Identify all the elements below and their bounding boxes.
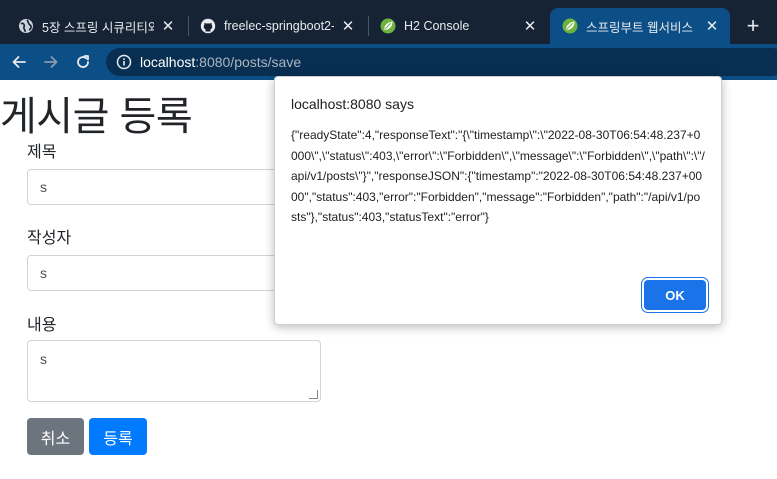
close-icon[interactable]: ✕ [340, 18, 356, 34]
info-icon[interactable] [116, 54, 132, 70]
spring-leaf-icon [562, 18, 578, 34]
alert-dialog: localhost:8080 says {"readyState":4,"res… [274, 76, 722, 325]
tab-title: H2 Console [404, 19, 470, 33]
close-icon[interactable]: ✕ [160, 18, 176, 34]
tab-github-repo[interactable]: freelec-springboot2-w ✕ [188, 8, 366, 44]
cancel-button[interactable]: 취소 [27, 418, 84, 455]
tab-strip: 5장 스프링 시큐리티와 ✕ freelec-springboot2-w ✕ H… [0, 0, 777, 44]
back-button[interactable] [7, 50, 31, 74]
url-host: localhost [140, 54, 196, 70]
reload-button[interactable] [71, 50, 95, 74]
spring-leaf-icon [380, 18, 396, 34]
github-icon [200, 18, 216, 34]
arrow-left-icon [12, 56, 26, 68]
tab-h2-console[interactable]: H2 Console ✕ [368, 8, 548, 44]
dialog-message: {"readyState":4,"responseText":"{\"times… [291, 128, 705, 224]
url-text: localhost:8080/posts/save [140, 54, 301, 70]
ok-button[interactable]: OK [644, 280, 706, 310]
author-label: 작성자 [27, 230, 72, 247]
tab-title: 스프링부트 웹서비스 [586, 20, 693, 35]
close-icon[interactable]: ✕ [704, 18, 720, 34]
submit-button[interactable]: 등록 [89, 418, 147, 455]
content-value: s [40, 351, 47, 367]
title-label: 제목 [27, 144, 57, 161]
tab-security-chapter[interactable]: 5장 스프링 시큐리티와 ✕ [6, 8, 186, 44]
content-label: 내용 [27, 317, 57, 334]
dialog-title: localhost:8080 says [291, 96, 414, 112]
page-title: 게시글 등록 [0, 95, 193, 139]
forward-button[interactable] [39, 50, 63, 74]
tab-springboot-webservice[interactable]: 스프링부트 웹서비스 ✕ [550, 8, 730, 44]
content-textarea[interactable]: s [27, 340, 321, 402]
url-path: :8080/posts/save [195, 54, 302, 70]
reload-icon [77, 55, 89, 68]
arrow-right-icon [44, 56, 58, 68]
tab-title: freelec-springboot2-w [224, 19, 334, 33]
address-bar[interactable]: localhost:8080/posts/save [106, 48, 777, 76]
globe-icon [19, 19, 33, 33]
browser-toolbar: localhost:8080/posts/save [0, 44, 777, 80]
close-icon[interactable]: ✕ [522, 18, 538, 34]
resize-handle[interactable] [309, 390, 318, 399]
tab-title: 5장 스프링 시큐리티와 [42, 20, 154, 35]
new-tab-button[interactable]: + [740, 14, 766, 40]
